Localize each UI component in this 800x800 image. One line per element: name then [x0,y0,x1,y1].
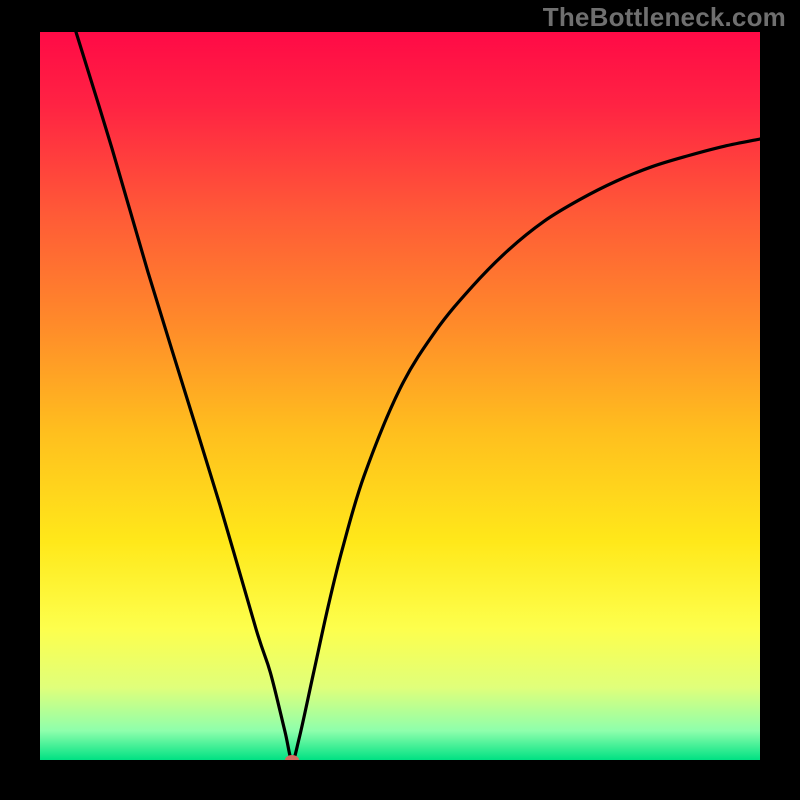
watermark-text: TheBottleneck.com [543,2,786,33]
bottleneck-chart [40,32,760,760]
chart-background [40,32,760,760]
chart-frame: TheBottleneck.com [0,0,800,800]
